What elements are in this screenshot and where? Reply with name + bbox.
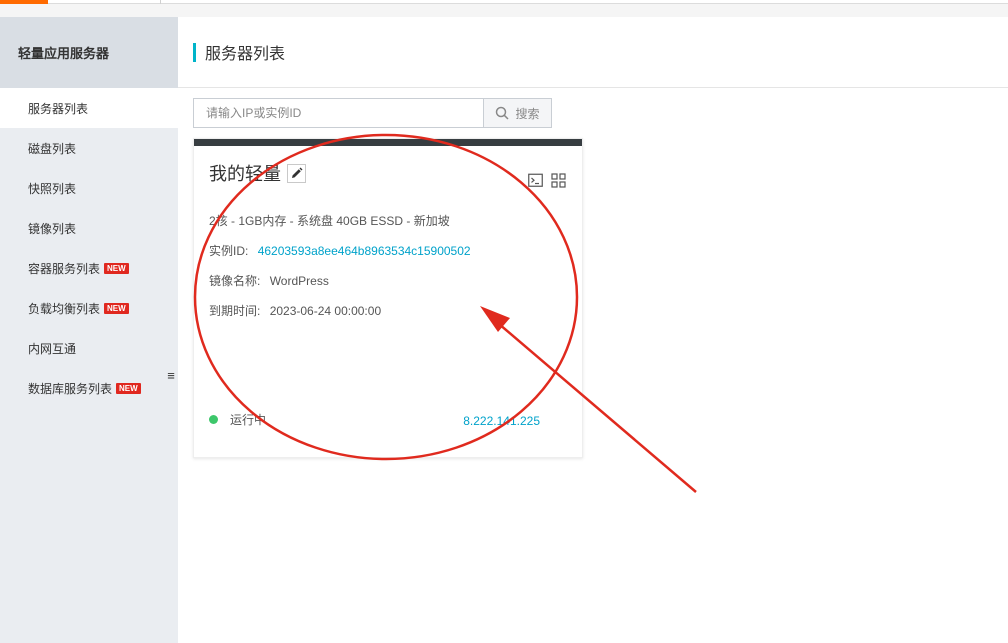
sidebar-item-label: 数据库服务列表 [28, 381, 113, 396]
new-badge: NEW [116, 382, 141, 394]
top-divider [160, 0, 161, 4]
sidebar-item[interactable]: 服务器列表 [0, 88, 178, 128]
new-badge: NEW [104, 262, 129, 274]
search-button[interactable]: 搜索 [483, 98, 552, 128]
collapse-icon: ≡ [167, 367, 175, 383]
card-top-bar [194, 139, 582, 146]
sidebar-item[interactable]: 磁盘列表 [0, 128, 178, 168]
search-icon [496, 106, 510, 120]
top-bar [0, 0, 1008, 17]
expire-value: 2023-06-24 00:00:00 [269, 304, 382, 318]
sidebar-item[interactable]: 快照列表 [0, 168, 178, 208]
sidebar-item-label: 负载均衡列表 [28, 301, 101, 316]
server-name[interactable]: 我的轻量 [209, 160, 281, 186]
page-title: 服务器列表 [205, 46, 286, 63]
collapse-sidebar-button[interactable]: ≡ [164, 350, 178, 400]
public-ip-link[interactable]: 8.222.141.225 [463, 414, 540, 428]
terminal-icon[interactable] [528, 173, 543, 188]
sidebar-item-label: 快照列表 [28, 181, 77, 196]
search-button-label: 搜索 [515, 106, 540, 121]
server-spec: 2核 - 1GB内存 - 系统盘 40GB ESSD - 新加坡 [209, 214, 450, 228]
expire-row: 到期时间: 2023-06-24 00:00:00 [209, 302, 381, 319]
image-row: 镜像名称: WordPress [209, 272, 329, 289]
card-name-row: 我的轻量 [209, 160, 306, 186]
sidebar-nav: 服务器列表 磁盘列表 快照列表 镜像列表 容器服务列表 NEW 负载均衡列表 NEW 内网互通数… [0, 88, 178, 408]
sidebar-item-label: 内网互通 [28, 341, 77, 356]
status-text: 运行中 [230, 413, 267, 427]
expire-label: 到期时间: [209, 304, 261, 318]
sidebar-title: 轻量应用服务器 [0, 17, 178, 88]
server-card[interactable]: 我的轻量 2核 - 1GB内存 - 系统盘 40GB ESSD - 新加坡 实例… [193, 138, 583, 458]
sidebar-item-label: 容器服务列表 [28, 261, 101, 276]
edit-icon [292, 167, 303, 178]
sidebar: 轻量应用服务器 服务器列表 磁盘列表 快照列表 镜像列表 容器服务列表 NEW 负载均衡列表… [0, 17, 178, 643]
sidebar-item[interactable]: 负载均衡列表 NEW [0, 288, 178, 328]
sidebar-item-label: 服务器列表 [28, 101, 89, 116]
sidebar-item[interactable]: 镜像列表 [0, 208, 178, 248]
title-accent-bar [193, 42, 196, 62]
image-label: 镜像名称: [209, 274, 261, 288]
main-content: 服务器列表 搜索 我的轻量 [178, 17, 1008, 643]
status-badge: 运行中 [209, 411, 266, 428]
sidebar-item-label: 镜像列表 [28, 221, 77, 236]
sidebar-item[interactable]: 内网互通 [0, 328, 178, 368]
instance-id-link[interactable]: 46203593a8ee464b8963534c15900502 [258, 244, 471, 258]
grid-icon[interactable] [551, 173, 566, 188]
card-tools [528, 173, 566, 188]
instance-id-row: 实例ID: 46203593a8ee464b8963534c15900502 [209, 242, 471, 259]
edit-name-button[interactable] [287, 163, 306, 183]
brand-accent[interactable] [0, 0, 48, 4]
sidebar-item[interactable]: 容器服务列表 NEW [0, 248, 178, 288]
instance-id-label: 实例ID: [209, 244, 249, 258]
sidebar-item[interactable]: 数据库服务列表 NEW [0, 368, 178, 408]
search-bar: 搜索 [193, 98, 552, 128]
sidebar-item-label: 磁盘列表 [28, 141, 77, 156]
search-input[interactable] [193, 98, 483, 128]
top-strip [0, 0, 1008, 4]
status-dot-icon [209, 415, 218, 424]
new-badge: NEW [104, 302, 129, 314]
image-value: WordPress [269, 274, 329, 288]
page-header: 服务器列表 [178, 17, 1008, 88]
